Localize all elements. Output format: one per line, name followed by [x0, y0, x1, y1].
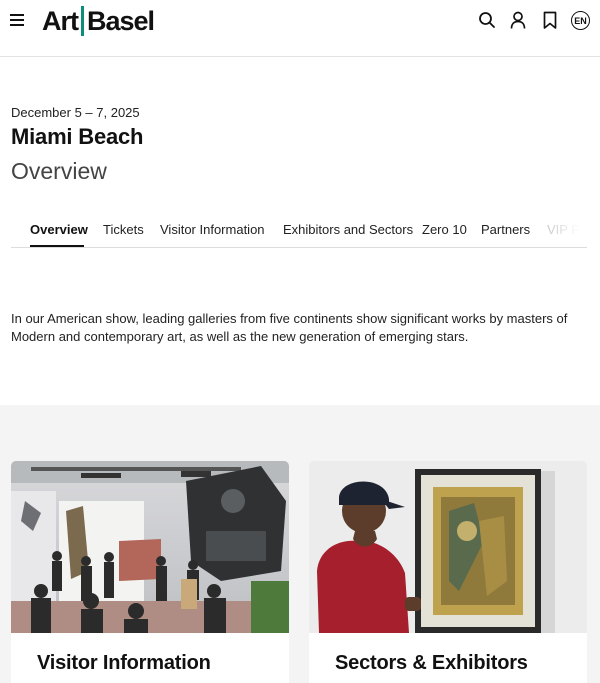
- event-title: Miami Beach: [11, 124, 144, 149]
- tab-tickets[interactable]: Tickets: [103, 222, 144, 237]
- tab-exhibitors-and-sectors[interactable]: Exhibitors and Sectors: [283, 222, 413, 237]
- tab-visitor-information[interactable]: Visitor Information: [160, 222, 265, 237]
- art-basel-logo[interactable]: Art Basel: [42, 4, 155, 38]
- site-header: Art Basel EN: [0, 0, 600, 57]
- logo-divider: [81, 6, 84, 36]
- logo-text-basel: Basel: [87, 5, 155, 36]
- event-date: December 5 – 7, 2025: [11, 105, 140, 120]
- card-sectors-exhibitors[interactable]: Sectors & Exhibitors: [309, 461, 587, 683]
- bookmark-icon[interactable]: [540, 10, 560, 30]
- visitor-information-image: [11, 461, 289, 633]
- user-icon[interactable]: [508, 10, 528, 30]
- tab-partners[interactable]: Partners: [481, 222, 530, 237]
- intro-text: In our American show, leading galleries …: [11, 311, 568, 344]
- card-title: Visitor Information: [37, 652, 211, 674]
- active-tab-indicator: [30, 245, 84, 247]
- card-title: Sectors & Exhibitors: [335, 652, 528, 674]
- tab-zero-10[interactable]: Zero 10: [422, 222, 467, 237]
- section-tabs: Overview Tickets Visitor Information Exh…: [11, 214, 587, 248]
- logo-text-art: Art: [42, 5, 79, 36]
- sectors-exhibitors-image: [309, 461, 587, 633]
- language-selector[interactable]: EN: [571, 11, 590, 30]
- page-title: Overview: [11, 158, 107, 184]
- card-visitor-information[interactable]: Visitor Information: [11, 461, 289, 683]
- tab-overview[interactable]: Overview: [30, 222, 88, 237]
- tab-vip[interactable]: VIP Re: [547, 222, 587, 237]
- menu-icon[interactable]: [10, 14, 24, 26]
- search-icon[interactable]: [477, 10, 497, 30]
